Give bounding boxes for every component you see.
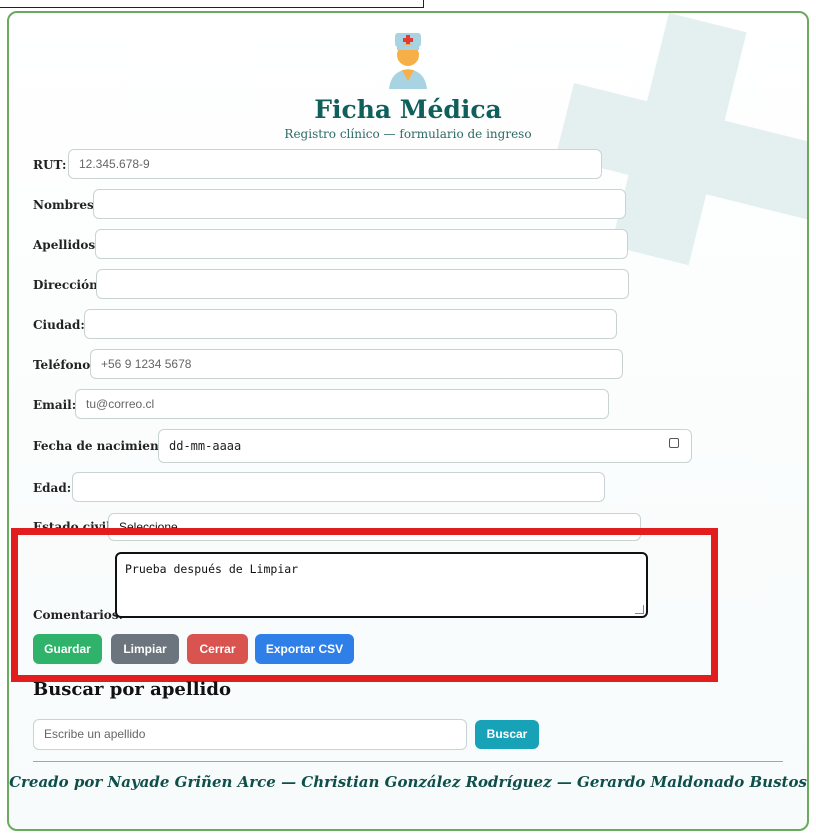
direccion-label: Dirección:: [33, 278, 103, 292]
fecha-nacimiento-label: Fecha de nacimiento:: [33, 439, 177, 453]
email-input[interactable]: tu@correo.cl: [75, 389, 609, 419]
rut-placeholder: 12.345.678-9: [79, 157, 150, 171]
doctor-icon: [389, 33, 427, 89]
telefono-placeholder: +56 9 1234 5678: [101, 357, 192, 371]
telefono-label: Teléfono:: [33, 358, 95, 372]
ciudad-input[interactable]: [84, 309, 617, 339]
direccion-input[interactable]: [96, 269, 629, 299]
page-title: Ficha Médica: [314, 95, 502, 124]
search-input[interactable]: Escribe un apellido: [33, 719, 467, 750]
search-title: Buscar por apellido: [33, 679, 231, 700]
page-subtitle: Registro clínico — formulario de ingreso: [284, 127, 532, 141]
edad-input[interactable]: [72, 472, 605, 502]
ciudad-label: Ciudad:: [33, 318, 85, 332]
top-edge-box: [0, 0, 424, 8]
fecha-nacimiento-value: dd-mm-aaaa: [169, 439, 242, 453]
footer-credits: Creado por Nayade Griñen Arce — Christia…: [9, 773, 807, 791]
email-label: Email:: [33, 398, 77, 412]
nombres-input[interactable]: [93, 189, 626, 219]
nombres-label: Nombres:: [33, 198, 99, 212]
divider: [33, 761, 783, 762]
apellidos-input[interactable]: [95, 229, 628, 259]
email-placeholder: tu@correo.cl: [86, 397, 155, 411]
fecha-nacimiento-input[interactable]: dd-mm-aaaa: [158, 429, 692, 463]
apellidos-label: Apellidos:: [33, 238, 100, 252]
telefono-input[interactable]: +56 9 1234 5678: [90, 349, 623, 379]
rut-label: RUT:: [33, 158, 67, 172]
highlight-box: [11, 528, 718, 682]
buscar-button[interactable]: Buscar: [475, 720, 539, 749]
edad-label: Edad:: [33, 481, 72, 495]
search-placeholder: Escribe un apellido: [44, 727, 146, 741]
form-card: Ficha Médica Registro clínico — formular…: [7, 11, 809, 831]
calendar-icon[interactable]: [669, 438, 679, 448]
rut-input[interactable]: 12.345.678-9: [68, 149, 602, 179]
